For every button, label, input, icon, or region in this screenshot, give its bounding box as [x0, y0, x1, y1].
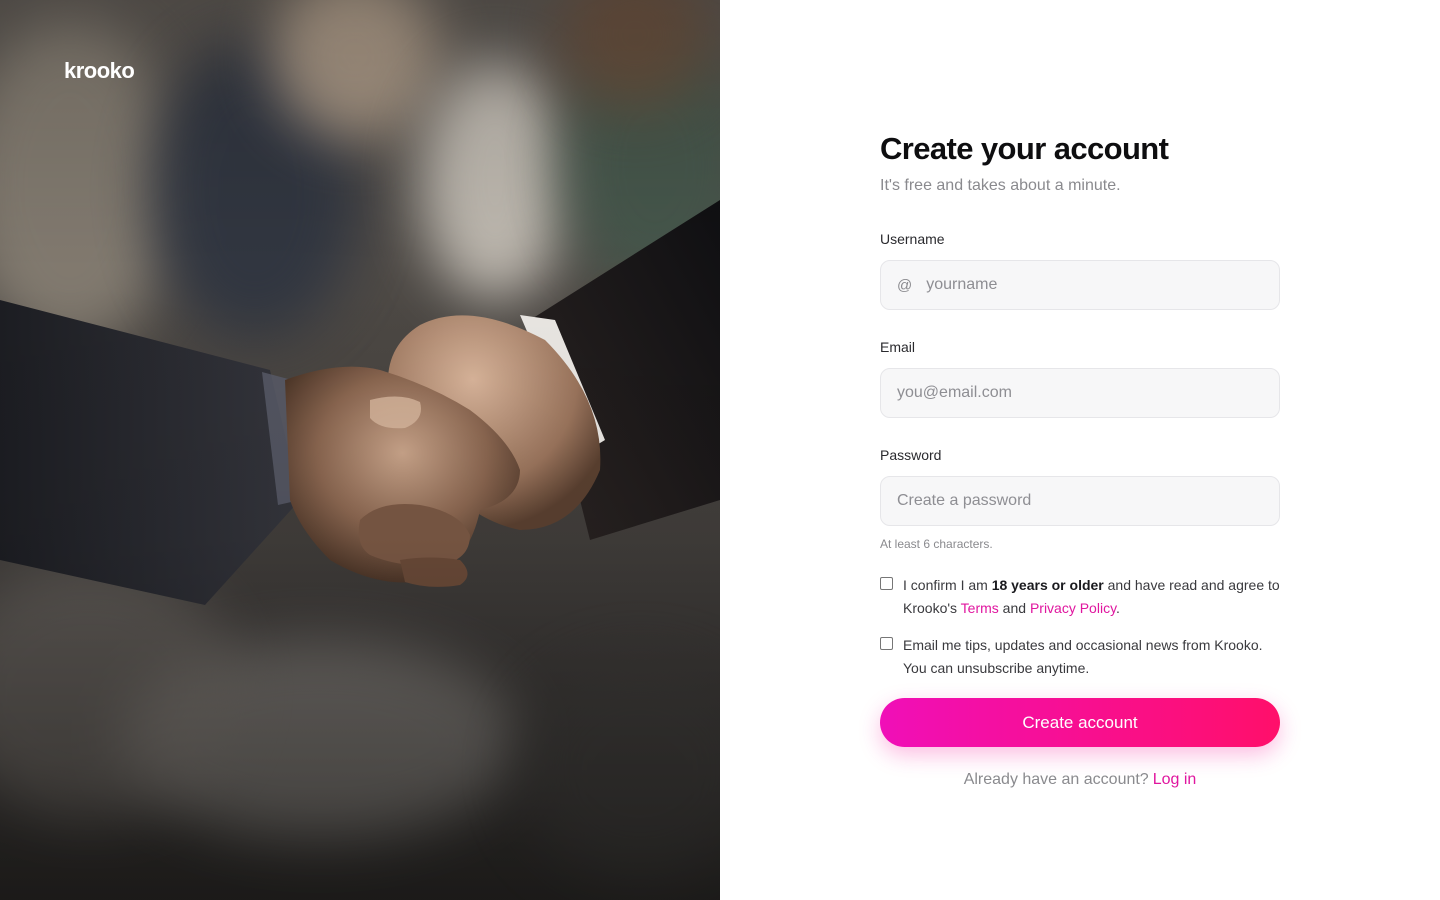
password-label: Password: [880, 447, 942, 463]
username-label: Username: [880, 231, 945, 247]
password-hint: At least 6 characters.: [880, 537, 993, 551]
email-input-box[interactable]: [880, 368, 1280, 418]
privacy-policy-link[interactable]: Privacy Policy: [1030, 600, 1116, 616]
password-input[interactable]: [897, 492, 1263, 510]
username-input[interactable]: [926, 276, 1263, 294]
marketing-optin-text: Email me tips, updates and occasional ne…: [903, 637, 1263, 676]
page-subtitle: It's free and takes about a minute.: [880, 177, 1121, 194]
email-input[interactable]: [897, 384, 1263, 402]
age-consent-text: I confirm I am 18 years or older and hav…: [903, 577, 1280, 616]
page-title: Create your account: [880, 131, 1169, 166]
age-emphasis: 18 years or older: [991, 577, 1104, 593]
hero-image: krooko: [0, 0, 720, 900]
username-input-box[interactable]: @: [880, 260, 1280, 310]
create-account-button[interactable]: Create account: [880, 698, 1280, 747]
marketing-optin-checkbox[interactable]: [880, 637, 893, 650]
email-label: Email: [880, 339, 916, 355]
at-sign-icon: @: [897, 276, 913, 294]
terms-link[interactable]: Terms: [961, 600, 999, 616]
age-consent-checkbox[interactable]: [880, 577, 893, 590]
login-prompt: Already have an account? Log in: [963, 771, 1197, 788]
password-input-box[interactable]: [880, 476, 1280, 526]
email-field-group: Email: [880, 338, 1280, 418]
log-in-link[interactable]: Log in: [1153, 771, 1197, 788]
signup-page: krooko Create your account It's free and…: [0, 0, 1440, 900]
krooko-logo[interactable]: krooko: [64, 58, 135, 84]
password-field-group: Password At least 6 characters.: [880, 446, 1280, 552]
signup-form: Create your account It's free and takes …: [880, 130, 1280, 789]
marketing-optin-row: Email me tips, updates and occasional ne…: [880, 634, 1280, 680]
username-field-group: Username @: [880, 230, 1280, 310]
age-consent-row: I confirm I am 18 years or older and hav…: [880, 574, 1280, 620]
signup-panel: Create your account It's free and takes …: [720, 0, 1440, 900]
